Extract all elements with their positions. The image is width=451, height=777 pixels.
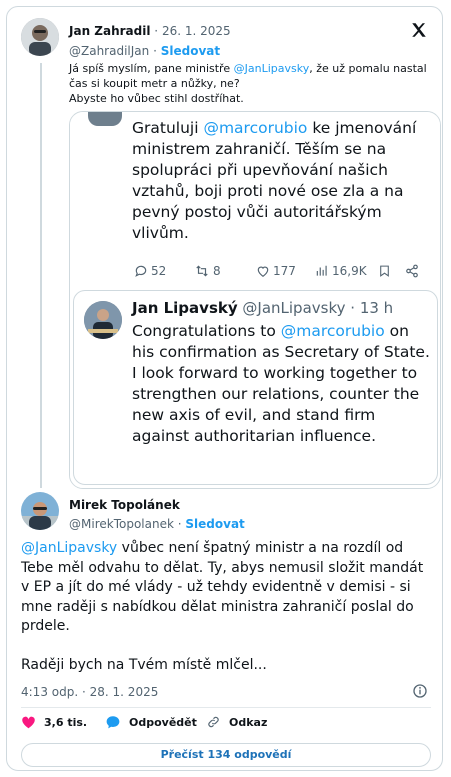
main-date: 28. 1. 2025: [89, 685, 159, 699]
like-count: 3,6 tis.: [44, 715, 88, 729]
screenshot-reposts: 8: [194, 264, 221, 278]
tweet-screenshot-image[interactable]: Gratuluji @marcorubio ke jmenování minis…: [69, 111, 441, 489]
main-actions-bar: 3,6 tis. Odpovědět Odkaz: [21, 715, 431, 735]
main-time: 4:13 odp.: [21, 685, 79, 699]
inner-author-line: Jan Lipavský @JanLipavsky · 13 h: [132, 299, 393, 317]
inner-text-suffix: on his confirmation as Secretary of Stat…: [132, 322, 430, 445]
copy-link-button[interactable]: Odkaz: [206, 715, 267, 729]
screenshot-replies: 52: [134, 264, 166, 278]
views-icon: [316, 265, 327, 276]
main-tweet-text: @JanLipavsky vůbec není špatný ministr a…: [21, 539, 433, 675]
lipavsky-avatar: [84, 301, 122, 339]
reply-icon: [135, 265, 147, 277]
main-mention-link[interactable]: @JanLipavsky: [21, 540, 117, 556]
main-author-name[interactable]: Mirek Topolánek: [69, 498, 180, 512]
screenshot-cz-avatar: [88, 112, 122, 126]
quote-separator: ·: [154, 24, 159, 38]
main-handle-line: @MirekTopolanek · Sledovat: [69, 517, 245, 531]
quote-handle-separator: ·: [153, 44, 157, 58]
actions-divider: [21, 707, 431, 708]
quote-text-line2: Abyste ho vůbec stihl dostříhat.: [69, 92, 244, 105]
thread-connector: [40, 63, 42, 488]
quote-follow-button[interactable]: Sledovat: [161, 44, 220, 58]
inner-handle: @JanLipavsky: [242, 299, 346, 317]
screenshot-reposts-count: 8: [213, 264, 221, 278]
quote-text-prefix: Já spíš myslím, pane ministře: [69, 62, 234, 75]
like-button[interactable]: 3,6 tis.: [21, 715, 87, 729]
main-handle[interactable]: @MirekTopolanek: [69, 517, 174, 531]
reply-bubble-icon: [106, 716, 120, 729]
screenshot-replies-count: 52: [151, 264, 167, 278]
quote-text: Já spíš myslím, pane ministře @JanLipavs…: [69, 61, 439, 106]
main-text-last: Raději bych na Tvém místě mlčel...: [21, 656, 267, 673]
screenshot-views: 16,9K: [315, 264, 367, 278]
inner-text-prefix: Congratulations to: [132, 322, 281, 340]
quote-mention-link[interactable]: @JanLipavsky: [234, 62, 310, 75]
reply-label: Odpovědět: [129, 715, 197, 729]
inner-time: · 13 h: [350, 299, 394, 317]
inner-mention: @marcorubio: [280, 322, 385, 340]
repost-icon: [196, 265, 208, 277]
screenshot-likes: 177: [256, 264, 296, 278]
main-follow-button[interactable]: Sledovat: [185, 517, 244, 531]
screenshot-cz-text: Gratuluji @marcorubio ke jmenování minis…: [132, 118, 432, 244]
screenshot-views-count: 16,9K: [332, 264, 367, 278]
copy-link-label: Odkaz: [229, 715, 268, 729]
screenshot-cz-suffix: ke jmenování ministrem zahraničí. Těším …: [132, 119, 417, 242]
quote-handle-line: @ZahradilJan · Sledovat: [69, 44, 220, 58]
heart-outline-icon: [257, 266, 269, 277]
read-replies-button[interactable]: Přečíst 134 odpovědí: [21, 743, 431, 767]
main-handle-separator: ·: [177, 517, 182, 531]
main-time-separator: ·: [81, 685, 86, 699]
bookmark-icon: [380, 265, 389, 277]
quote-handle[interactable]: @ZahradilJan: [69, 44, 149, 58]
share-icon: [406, 264, 418, 278]
screenshot-likes-count: 177: [273, 264, 296, 278]
quote-date[interactable]: 26. 1. 2025: [162, 24, 231, 38]
quote-author-line: Jan Zahradil · 26. 1. 2025: [69, 24, 231, 38]
embedded-tweet-card: Jan Zahradil · 26. 1. 2025 @ZahradilJan …: [6, 6, 443, 771]
main-timestamp[interactable]: 4:13 odp. · 28. 1. 2025: [21, 685, 158, 699]
topolanek-avatar[interactable]: [21, 492, 59, 530]
screenshot-inner-quote: Jan Lipavský @JanLipavsky · 13 h Congrat…: [73, 290, 438, 485]
link-icon: [208, 716, 219, 728]
screenshot-content: Gratuluji @marcorubio ke jmenování minis…: [70, 112, 440, 488]
heart-filled-icon: [22, 716, 35, 729]
inner-text: Congratulations to @marcorubio on his co…: [132, 321, 432, 447]
screenshot-cz-mention: @marcorubio: [203, 119, 308, 137]
x-logo-icon[interactable]: [410, 21, 428, 39]
reply-button[interactable]: Odpovědět: [105, 715, 197, 729]
screenshot-cz-prefix: Gratuluji: [132, 119, 204, 137]
info-icon[interactable]: [412, 683, 428, 699]
zahradil-avatar[interactable]: [21, 18, 59, 56]
inner-author-name: Jan Lipavský: [132, 299, 238, 317]
quote-author-name[interactable]: Jan Zahradil: [69, 24, 150, 38]
